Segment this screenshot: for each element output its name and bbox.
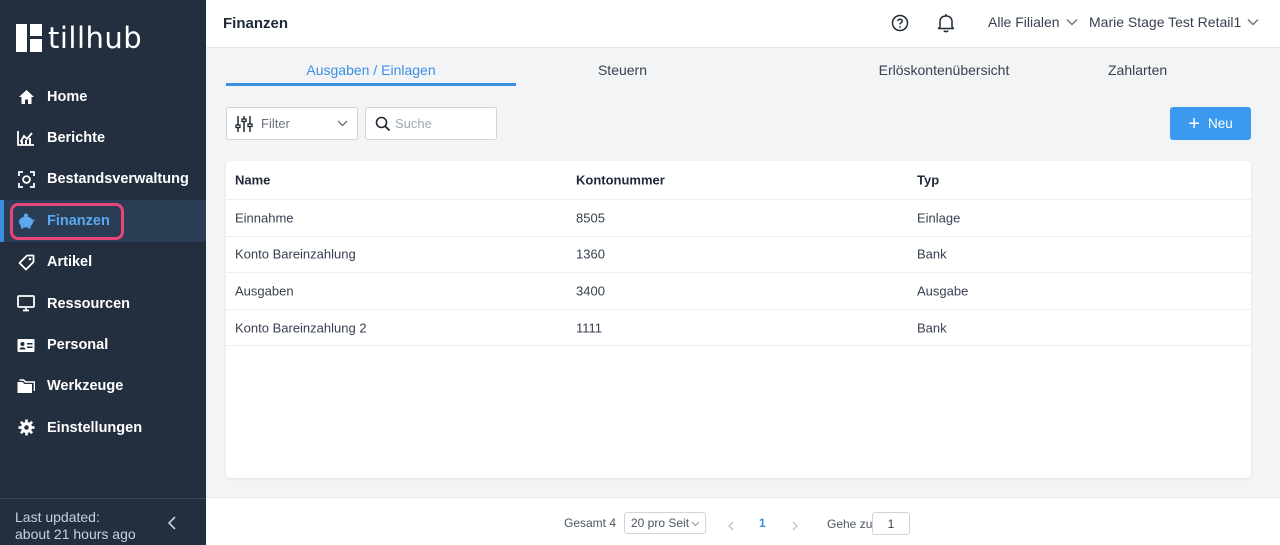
cell-typ: Ausgabe	[917, 283, 969, 299]
new-button[interactable]: + Neu	[1170, 107, 1251, 140]
inventory-icon	[17, 170, 35, 188]
last-updated-value: about 21 hours ago	[15, 526, 136, 542]
folder-icon	[17, 377, 35, 395]
sidebar-item-werkzeuge[interactable]: Werkzeuge	[0, 366, 206, 407]
page-title: Finanzen	[223, 15, 289, 32]
sidebar-item-label: Personal	[47, 337, 109, 354]
last-updated-label: Last updated:	[15, 509, 100, 525]
cell-name: Konto Bareinzahlung	[235, 246, 356, 262]
pagination-bar	[206, 498, 1280, 545]
cell-kontonummer: 1111	[576, 320, 603, 336]
prev-page-button[interactable]	[727, 518, 735, 531]
logo-icon	[16, 24, 42, 52]
sidebar-item-finanzen[interactable]: Finanzen	[0, 200, 206, 242]
sidebar-footer: Last updated: about 21 hours ago	[0, 498, 206, 545]
cell-typ: Einlage	[917, 210, 961, 226]
search-input[interactable]	[395, 116, 485, 131]
sidebar-item-label: Artikel	[47, 254, 93, 271]
last-updated: Last updated: about 21 hours ago	[15, 509, 136, 543]
column-header-name[interactable]: Name	[235, 173, 270, 188]
top-bar: Finanzen Alle Filialen Marie Stage Test …	[206, 0, 1280, 48]
gear-icon	[17, 419, 35, 437]
filter-label: Filter	[261, 116, 290, 131]
page-number-current[interactable]: 1	[759, 516, 766, 530]
sidebar-item-berichte[interactable]: Berichte	[0, 117, 206, 158]
help-icon[interactable]	[891, 14, 909, 32]
user-select[interactable]: Marie Stage Test Retail1	[1089, 14, 1259, 30]
accounts-table: Name Kontonummer Typ Einnahme 8505 Einla…	[226, 161, 1251, 478]
tab-bar: Ausgaben / Einlagen Steuern Erlöskontenü…	[226, 56, 1250, 86]
tab-erloeskontenuebersicht[interactable]: Erlöskontenübersicht	[729, 56, 1159, 86]
id-card-icon	[17, 336, 35, 354]
cell-kontonummer: 1360	[576, 246, 605, 262]
cell-typ: Bank	[917, 320, 947, 336]
per-page-value: 20 pro Seit	[631, 516, 690, 530]
logo-text: tillhub	[48, 21, 143, 55]
sidebar-item-label: Werkzeuge	[47, 378, 124, 395]
table-row[interactable]: Konto Bareinzahlung 1360 Bank	[226, 237, 1251, 274]
monitor-icon	[17, 295, 35, 313]
cell-kontonummer: 8505	[576, 210, 605, 226]
chevron-left-icon	[728, 521, 734, 531]
goto-label: Gehe zu	[827, 517, 873, 531]
chevron-left-icon	[167, 516, 176, 530]
chart-icon	[17, 129, 35, 147]
search-icon	[375, 116, 391, 131]
piggy-bank-icon	[17, 212, 35, 230]
pagination-total: Gesamt 4	[564, 516, 617, 530]
sidebar-item-einstellungen[interactable]: Einstellungen	[0, 407, 206, 448]
per-page-select[interactable]: 20 pro Seit	[624, 512, 706, 534]
cell-name: Ausgaben	[235, 283, 294, 299]
tag-icon	[17, 253, 35, 271]
cell-name: Konto Bareinzahlung 2	[235, 320, 367, 336]
tab-zahlarten[interactable]: Zahlarten	[1108, 62, 1167, 78]
sidebar-item-label: Home	[47, 88, 88, 105]
home-icon	[17, 88, 35, 106]
sidebar-nav: Home Berichte Bestandsverwaltung Finanze…	[0, 76, 206, 449]
user-select-value: Marie Stage Test Retail1	[1089, 14, 1242, 30]
collapse-sidebar-button[interactable]	[166, 516, 178, 530]
logo[interactable]: tillhub	[16, 21, 143, 55]
sidebar-item-label: Bestandsverwaltung	[47, 171, 189, 188]
chevron-down-icon	[1066, 19, 1078, 26]
sidebar-item-personal[interactable]: Personal	[0, 324, 206, 365]
new-button-label: Neu	[1207, 116, 1233, 131]
sidebar-item-label: Ressourcen	[47, 295, 131, 312]
sidebar-item-label: Berichte	[47, 130, 106, 147]
sidebar-item-label: Einstellungen	[47, 419, 143, 436]
sidebar-item-artikel[interactable]: Artikel	[0, 242, 206, 283]
tab-ausgaben-einlagen[interactable]: Ausgaben / Einlagen	[226, 56, 516, 86]
plus-icon: +	[1188, 112, 1200, 135]
sidebar-item-ressourcen[interactable]: Ressourcen	[0, 283, 206, 324]
table-row[interactable]: Einnahme 8505 Einlage	[226, 200, 1251, 237]
search-box	[365, 107, 497, 140]
filter-dropdown[interactable]: Filter	[226, 107, 358, 140]
sidebar-item-label: Finanzen	[47, 212, 110, 229]
table-row[interactable]: Konto Bareinzahlung 2 1111 Bank	[226, 310, 1251, 347]
cell-kontonummer: 3400	[576, 283, 605, 299]
branch-select[interactable]: Alle Filialen	[988, 14, 1078, 30]
sidebar-item-home[interactable]: Home	[0, 76, 206, 117]
chevron-right-icon	[792, 521, 798, 531]
sidebar-item-bestandsverwaltung[interactable]: Bestandsverwaltung	[0, 159, 206, 200]
chevron-down-icon	[1247, 19, 1259, 26]
tab-steuern[interactable]: Steuern	[516, 56, 729, 86]
next-page-button[interactable]	[791, 518, 799, 531]
goto-page-input[interactable]	[872, 512, 910, 535]
branch-select-value: Alle Filialen	[988, 14, 1060, 30]
cell-name: Einnahme	[235, 210, 294, 226]
chevron-down-icon	[337, 120, 348, 127]
bell-icon[interactable]	[937, 13, 955, 33]
sliders-icon	[235, 115, 253, 132]
sidebar: tillhub Home Berichte Bestandsverwaltung…	[0, 0, 206, 545]
table-header-row: Name Kontonummer Typ	[226, 161, 1251, 200]
cell-typ: Bank	[917, 246, 947, 262]
column-header-typ[interactable]: Typ	[917, 173, 939, 188]
column-header-kontonummer[interactable]: Kontonummer	[576, 173, 665, 188]
chevron-down-icon	[691, 521, 700, 527]
table-row[interactable]: Ausgaben 3400 Ausgabe	[226, 273, 1251, 310]
